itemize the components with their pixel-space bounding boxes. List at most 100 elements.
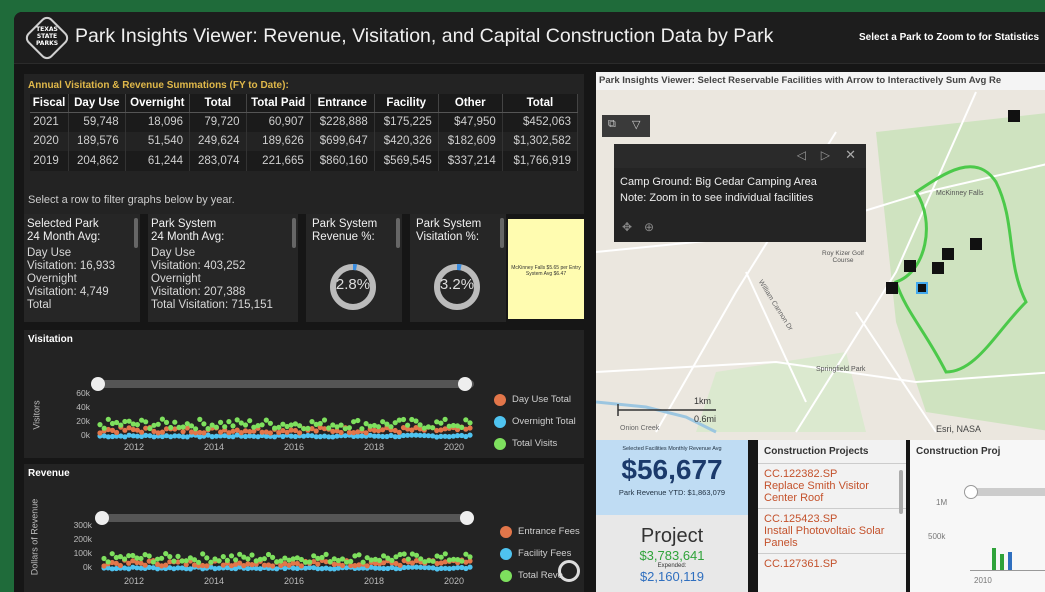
data-point <box>233 557 239 563</box>
kpi-value: $56,677 <box>621 454 723 485</box>
map-title: Park Insights Viewer: Select Reservable … <box>596 72 1045 90</box>
x-tick: 2012 <box>124 576 145 586</box>
time-range-slider[interactable] <box>96 380 474 388</box>
table-row[interactable]: 2019 204,862 61,244 283,074 221,665 $860… <box>30 151 579 171</box>
list-title: Construction Projects <box>758 440 906 464</box>
legend-label: Total Visits <box>512 438 558 449</box>
list-item[interactable]: CC.127361.SP <box>758 554 906 574</box>
selected-facility-marker[interactable] <box>916 282 928 294</box>
card-subtitle: Visitation %: <box>416 231 480 243</box>
column-header[interactable]: Total <box>189 94 247 113</box>
column-header[interactable]: Facility <box>374 94 439 113</box>
data-point <box>467 425 473 431</box>
map-toolbar[interactable]: ⧉ ▽ <box>602 115 650 137</box>
table-cell: 60,907 <box>246 112 311 132</box>
previous-icon[interactable]: ◁ <box>797 148 806 162</box>
chevron-down-icon[interactable]: ▽ <box>632 118 640 131</box>
select-tool-icon[interactable]: ⧉ <box>608 118 616 131</box>
scrollbar[interactable] <box>899 470 903 514</box>
data-point <box>321 417 328 423</box>
x-axis <box>970 570 1045 571</box>
park-zoom-selector[interactable]: Select a Park to Zoom to for Statistics <box>859 32 1039 43</box>
y-tick: 300k <box>73 520 92 530</box>
next-icon[interactable]: ▷ <box>821 148 830 162</box>
y-tick: 0k <box>81 430 90 440</box>
data-point <box>307 559 313 565</box>
legend-label: Overnight Total <box>512 416 576 427</box>
data-point <box>172 419 178 425</box>
data-point <box>270 554 276 560</box>
list-item[interactable]: CC.125423.SP Install Photovoltaic Solar … <box>758 509 906 554</box>
data-point <box>438 554 444 560</box>
time-range-slider[interactable] <box>100 514 474 522</box>
close-icon[interactable]: ✕ <box>845 147 856 163</box>
data-point <box>249 552 255 558</box>
time-range-slider[interactable] <box>970 488 1045 496</box>
data-point <box>405 422 411 428</box>
column-header[interactable]: Total Paid <box>246 94 311 113</box>
project-name: Replace Smith Visitor Center Roof <box>764 480 869 504</box>
data-point <box>242 422 249 428</box>
data-point <box>222 424 228 430</box>
table-cell: $699,647 <box>310 131 375 151</box>
scrollbar[interactable] <box>134 218 138 248</box>
column-header[interactable]: Fiscal <box>30 94 70 113</box>
card-line: Visitation: 403,252 <box>151 260 246 272</box>
campsite-marker[interactable] <box>886 282 898 294</box>
column-header[interactable]: Day Use <box>68 94 126 113</box>
data-point <box>247 418 253 424</box>
scrollbar[interactable] <box>292 218 296 248</box>
star-marker-icon[interactable] <box>970 238 982 250</box>
slider-handle-start[interactable] <box>91 377 105 391</box>
column-header[interactable]: Entrance <box>310 94 375 113</box>
title-bar: TEXAS STATE PARKS Park Insights Viewer: Re… <box>14 12 1045 64</box>
search-icon[interactable] <box>558 560 580 582</box>
card-line: Total <box>27 299 52 311</box>
data-point <box>359 426 365 432</box>
annual-summary-table-panel: Annual Visitation & Revenue Summations (… <box>24 74 584 214</box>
scrollbar[interactable] <box>500 218 504 248</box>
data-point <box>430 558 436 564</box>
data-point <box>298 563 304 569</box>
y-axis-ticks: 300k 200k 100k 0k <box>68 518 92 574</box>
table-cell: 189,576 <box>68 131 126 151</box>
data-point <box>388 424 394 430</box>
table-row[interactable]: 2020 189,576 51,540 249,624 189,626 $699… <box>30 131 579 151</box>
card-line: Visitation: 16,933 <box>27 260 116 272</box>
map-label: Onion Creek <box>620 425 660 432</box>
star-marker-icon[interactable] <box>1008 110 1020 122</box>
scrollbar[interactable] <box>396 218 400 248</box>
slider-handle-end[interactable] <box>458 377 472 391</box>
legend-swatch <box>500 526 512 538</box>
data-point <box>400 416 407 423</box>
card-title: Park System <box>312 218 378 230</box>
card-subtitle: 24 Month Avg: <box>151 231 225 243</box>
bar <box>1008 552 1012 570</box>
data-point <box>467 564 473 570</box>
y-axis-ticks: 60k 40k 20k 0k <box>72 386 90 442</box>
campground-marker[interactable] <box>904 260 916 272</box>
data-point <box>313 428 319 434</box>
slider-handle-start[interactable] <box>95 511 109 525</box>
table-row[interactable]: 2021 59,748 18,096 79,720 60,907 $228,88… <box>30 112 579 132</box>
data-point <box>171 558 177 564</box>
project-id: CC.125423.SP <box>764 513 838 525</box>
list-item[interactable]: CC.122382.SP Replace Smith Visitor Cente… <box>758 464 906 509</box>
move-icon[interactable]: ✥ <box>622 220 632 234</box>
column-header[interactable]: Total <box>502 94 579 113</box>
y-tick: 40k <box>76 402 90 412</box>
map-view[interactable]: Park Insights Viewer: Select Reservable … <box>596 72 1045 440</box>
column-header[interactable]: Overnight <box>125 94 191 113</box>
campsite-marker[interactable] <box>932 262 944 274</box>
card-line: Day Use <box>27 247 72 259</box>
campsite-marker[interactable] <box>942 248 954 260</box>
table-cell: $420,326 <box>374 131 439 151</box>
column-header[interactable]: Other <box>438 94 503 113</box>
slider-handle-start[interactable] <box>964 485 978 499</box>
slider-handle-end[interactable] <box>460 511 474 525</box>
data-point <box>459 424 465 430</box>
card-title: Selected Park <box>27 218 99 230</box>
data-point <box>117 562 123 569</box>
x-tick: 2018 <box>363 442 384 452</box>
zoom-to-icon[interactable]: ⊕ <box>644 220 654 234</box>
